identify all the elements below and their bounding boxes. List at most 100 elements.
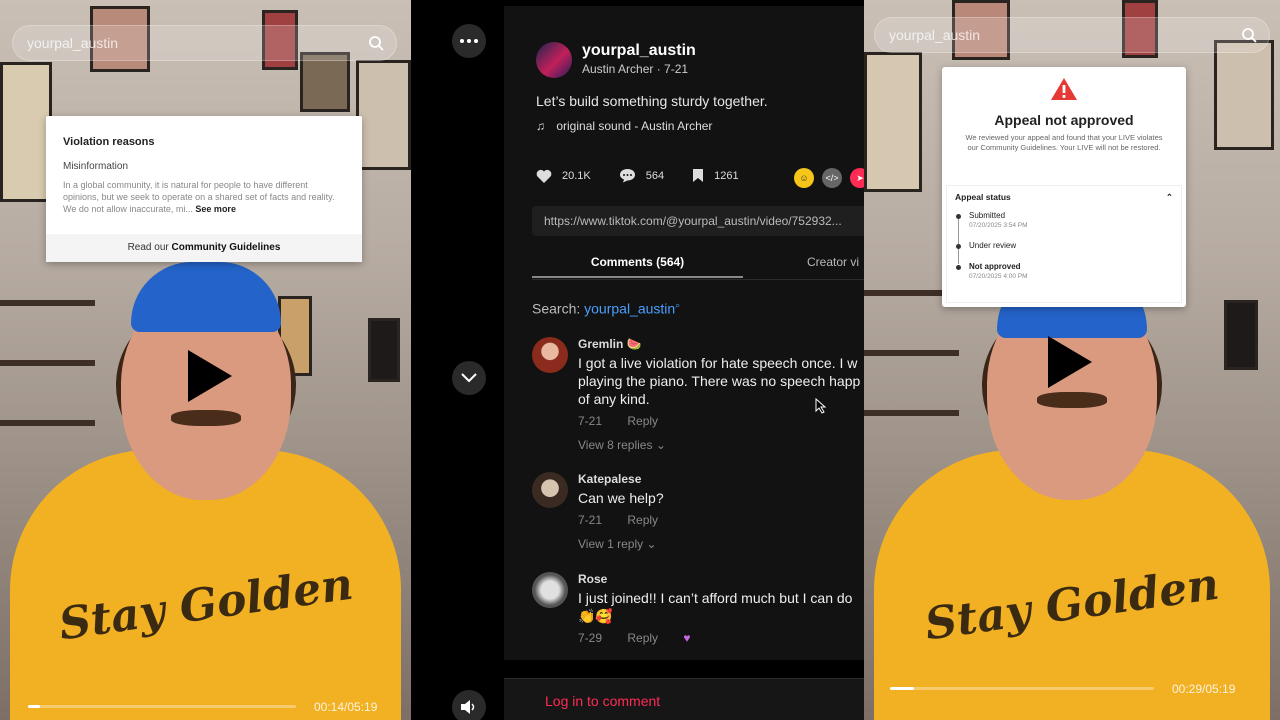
video-time: 00:14/05:19 xyxy=(314,700,378,714)
wall-poster xyxy=(1224,300,1258,370)
search-query-link[interactable]: yourpal_austin xyxy=(584,301,675,317)
person-mustache xyxy=(170,410,241,426)
engagement-stats: 20.1K 564 1261 xyxy=(536,168,767,183)
shelf xyxy=(0,300,95,306)
search-icon[interactable] xyxy=(368,35,384,51)
post-sound[interactable]: ♫ original sound - Austin Archer xyxy=(536,119,712,133)
timeline-step: Submitted 07/20/2025 3:54 PM xyxy=(956,211,1173,229)
share-send-icon[interactable]: ➤ xyxy=(850,168,864,188)
appeal-title: Appeal not approved xyxy=(994,112,1134,128)
share-friends-icon[interactable]: ☺ xyxy=(794,168,814,188)
heart-icon xyxy=(536,169,552,183)
timeline-line xyxy=(958,215,959,264)
more-dots-icon xyxy=(460,39,478,43)
video-progress-fill xyxy=(28,705,41,708)
shelf xyxy=(864,410,959,416)
search-input[interactable]: yourpal_austin xyxy=(12,25,397,61)
post-caption: Let’s build something sturdy together. xyxy=(536,93,768,109)
navigation-rail xyxy=(411,0,504,720)
person-mustache xyxy=(1037,392,1107,408)
search-icon[interactable] xyxy=(1241,27,1257,43)
more-options-button[interactable] xyxy=(452,24,486,58)
reply-button[interactable]: Reply xyxy=(627,513,658,527)
violation-reasons-card: Violation reasons Misinformation In a gl… xyxy=(46,116,362,262)
comment-date: 7-21 xyxy=(578,513,603,527)
bookmark-button[interactable]: 1261 xyxy=(692,168,739,183)
search-suggestion[interactable]: Search: yourpal_austin⌕ xyxy=(532,300,680,317)
commenter-avatar[interactable] xyxy=(532,472,568,508)
reply-button[interactable]: Reply xyxy=(627,414,658,428)
like-count: 20.1K xyxy=(562,169,591,182)
comment-date: 7-21 xyxy=(578,414,603,428)
author-username[interactable]: yourpal_austin xyxy=(582,42,696,60)
post-author[interactable]: yourpal_austin Austin Archer · 7-21 xyxy=(536,42,696,78)
chevron-up-icon[interactable]: ⌃ xyxy=(1166,192,1173,203)
music-note-icon: ♫ xyxy=(536,119,545,133)
login-to-comment-link[interactable]: Log in to comment xyxy=(545,693,660,709)
comment-line: I got a live violation for hate speech o… xyxy=(578,355,858,371)
save-count: 1261 xyxy=(714,169,739,182)
embed-code-icon[interactable]: </> xyxy=(822,168,842,188)
author-avatar[interactable] xyxy=(536,42,572,78)
author-display-date: Austin Archer · 7-21 xyxy=(582,62,689,76)
shelf xyxy=(0,360,95,366)
tab-comments[interactable]: Comments (564) xyxy=(532,255,743,269)
wall-poster xyxy=(356,60,411,170)
step-timestamp: 07/20/2025 3:54 PM xyxy=(969,222,1028,229)
commenter-name[interactable]: Katepalese xyxy=(578,472,864,486)
video-progress-bar[interactable] xyxy=(890,687,1154,690)
appeal-timeline: Submitted 07/20/2025 3:54 PM Under revie… xyxy=(955,211,1173,280)
share-options: ☺ </> ➤ xyxy=(794,168,864,188)
community-guidelines-link[interactable]: Community Guidelines xyxy=(172,242,281,253)
comment-date: 7-29 xyxy=(578,631,603,645)
violation-body: In a global community, it is natural for… xyxy=(63,179,345,215)
commenter-avatar[interactable] xyxy=(532,337,568,373)
next-video-button[interactable] xyxy=(452,361,486,395)
chevron-down-icon: ⌄ xyxy=(646,537,657,551)
commenter-name[interactable]: Gremlin 🍉 xyxy=(578,337,864,351)
video-link-field[interactable]: https://www.tiktok.com/@yourpal_austin/v… xyxy=(532,206,864,236)
post-details-panel: yourpal_austin Austin Archer · 7-21 Let’… xyxy=(504,6,864,660)
warning-icon xyxy=(1051,78,1077,100)
wall-poster xyxy=(1214,40,1274,150)
search-placeholder: yourpal_austin xyxy=(889,27,981,43)
left-video-player[interactable]: Stay Golden yourpal_austin Violation rea… xyxy=(0,0,411,720)
play-icon[interactable] xyxy=(188,350,232,402)
creator-liked-icon: ♥ xyxy=(683,631,691,645)
violation-title: Violation reasons xyxy=(63,136,155,148)
comment-text: Can we help? xyxy=(578,489,864,507)
appeal-status-header[interactable]: Appeal status ⌃ xyxy=(955,192,1173,203)
reply-button[interactable]: Reply xyxy=(627,631,658,645)
comment-line: 👏🥰 xyxy=(578,608,613,624)
timeline-dot xyxy=(956,214,961,219)
view-replies-button[interactable]: View 1 reply ⌄ xyxy=(578,537,864,551)
appeal-description: We reviewed your appeal and found that y… xyxy=(965,133,1163,152)
view-replies-button[interactable]: View 8 replies ⌄ xyxy=(578,438,864,452)
play-icon[interactable] xyxy=(1048,336,1092,388)
step-name: Under review xyxy=(969,241,1017,250)
violation-reason: Misinformation xyxy=(63,161,129,172)
comment-count: 564 xyxy=(645,169,665,182)
search-placeholder: yourpal_austin xyxy=(27,35,119,51)
wall-poster xyxy=(368,318,400,382)
see-more-link[interactable]: See more xyxy=(195,204,236,214)
video-progress-fill xyxy=(890,687,914,690)
comment-bubble-icon xyxy=(619,169,635,183)
sound-title: original sound - Austin Archer xyxy=(556,119,713,133)
login-to-comment-bar[interactable]: Log in to comment xyxy=(504,678,864,720)
commenter-avatar[interactable] xyxy=(532,572,568,608)
timeline-dot xyxy=(956,244,961,249)
wall-poster xyxy=(0,62,52,202)
bookmark-icon xyxy=(693,169,704,182)
video-time: 00:29/05:19 xyxy=(1172,682,1236,696)
wall-poster xyxy=(300,52,350,112)
comment-button[interactable]: 564 xyxy=(619,168,664,183)
like-button[interactable]: 20.1K xyxy=(536,169,591,183)
appeal-status-section: Appeal status ⌃ Submitted 07/20/2025 3:5… xyxy=(946,185,1182,303)
search-input[interactable]: yourpal_austin xyxy=(874,17,1270,53)
comment-line: playing the piano. There was no speech h… xyxy=(578,373,861,389)
tab-creator-videos[interactable]: Creator vi xyxy=(807,255,859,269)
video-progress-bar[interactable] xyxy=(28,705,296,708)
commenter-name[interactable]: Rose xyxy=(578,572,864,586)
volume-button[interactable] xyxy=(452,690,486,720)
